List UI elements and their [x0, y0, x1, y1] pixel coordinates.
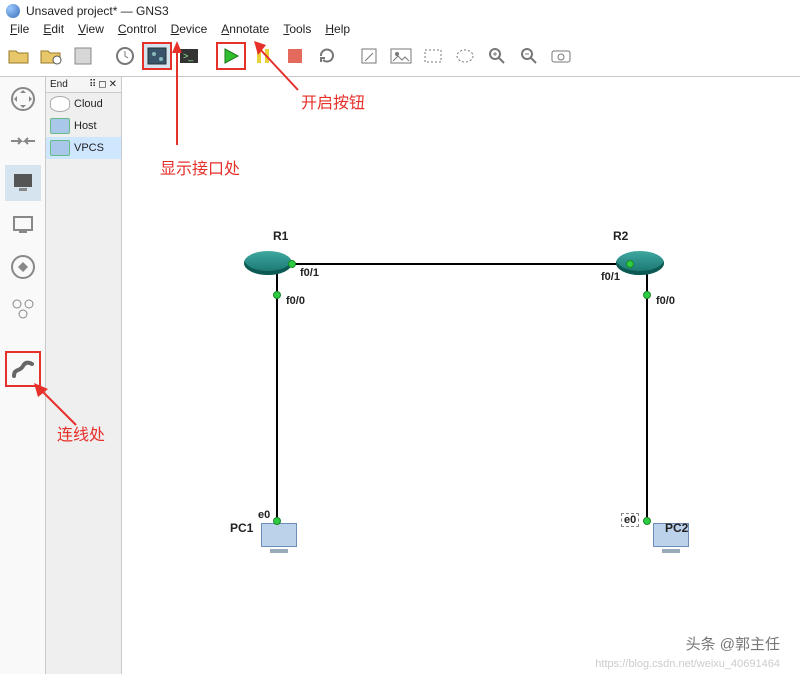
- link-r1-pc1[interactable]: [276, 265, 278, 521]
- router-r2[interactable]: [616, 251, 664, 275]
- rectangle-button[interactable]: [418, 42, 448, 70]
- nodes-panel-header: End ⠿ ◻ ✕: [46, 77, 121, 93]
- pc2-label: PC2: [665, 521, 688, 535]
- menu-help[interactable]: Help: [319, 20, 356, 38]
- arrow-to-link-tool: [28, 377, 88, 437]
- menu-view[interactable]: View: [72, 20, 110, 38]
- node-item-host[interactable]: Host: [46, 115, 121, 137]
- open-button[interactable]: [4, 42, 34, 70]
- menu-edit[interactable]: Edit: [37, 20, 70, 38]
- node-item-label: VPCS: [74, 142, 104, 154]
- end-devices-category-button[interactable]: [5, 165, 41, 201]
- device-dock: [0, 77, 46, 674]
- start-all-button[interactable]: [216, 42, 246, 70]
- title-bar: Unsaved project* — GNS3: [0, 0, 800, 20]
- menu-bar: File Edit View Control Device Annotate T…: [0, 20, 800, 40]
- cluster-button[interactable]: [5, 291, 41, 327]
- switches-category-button[interactable]: [5, 123, 41, 159]
- zoom-out-button[interactable]: [514, 42, 544, 70]
- annotation-show-interface: 显示接口处: [160, 155, 240, 179]
- r2-if-left-label: f0/1: [601, 271, 620, 283]
- toolbar: >_: [0, 40, 800, 77]
- pc1[interactable]: [258, 523, 300, 559]
- pc2-if-label: e0: [621, 513, 639, 527]
- interface-dot: [626, 260, 634, 268]
- arrow-to-start-button: [248, 35, 318, 105]
- menu-control[interactable]: Control: [112, 20, 163, 38]
- topology-canvas[interactable]: R1 R2 f0/1 f0/0 f0/1 f0/0 PC1 e0 PC2 e0 …: [122, 77, 800, 674]
- link-r2-pc2[interactable]: [646, 265, 648, 521]
- r2-if-down-label: f0/0: [656, 295, 675, 307]
- zoom-in-button[interactable]: [482, 42, 512, 70]
- arrow-to-show-interface: [162, 35, 202, 155]
- nodes-panel-title: End: [50, 79, 68, 90]
- close-panel-icon[interactable]: ✕: [109, 79, 117, 90]
- interface-dot: [273, 291, 281, 299]
- interface-dot: [288, 260, 296, 268]
- pc1-label: PC1: [230, 521, 253, 535]
- image-button[interactable]: [386, 42, 416, 70]
- all-devices-category-button[interactable]: [5, 249, 41, 285]
- undock-icon[interactable]: ⠿: [89, 79, 96, 90]
- interface-dot: [643, 517, 651, 525]
- snapshot-button[interactable]: [110, 42, 140, 70]
- host-icon: [50, 118, 70, 134]
- router-r1-label: R1: [273, 229, 288, 243]
- routers-category-button[interactable]: [5, 81, 41, 117]
- main-area: End ⠿ ◻ ✕ Cloud Host VPCS R1 R2: [0, 77, 800, 674]
- app-logo-icon: [6, 4, 20, 18]
- watermark-url: https://blog.csdn.net/weixu_40691464: [595, 658, 780, 670]
- node-item-cloud[interactable]: Cloud: [46, 93, 121, 115]
- note-button[interactable]: [354, 42, 384, 70]
- node-item-label: Cloud: [74, 98, 103, 110]
- router-r1[interactable]: [244, 251, 292, 275]
- save-button[interactable]: [68, 42, 98, 70]
- interface-dot: [643, 291, 651, 299]
- pc1-if-label: e0: [258, 509, 270, 521]
- screenshot-button[interactable]: [546, 42, 576, 70]
- security-devices-category-button[interactable]: [5, 207, 41, 243]
- watermark-text: 头条 @郭主任: [686, 633, 780, 654]
- menu-file[interactable]: File: [4, 20, 35, 38]
- node-item-vpcs[interactable]: VPCS: [46, 137, 121, 159]
- window-title: Unsaved project* — GNS3: [26, 4, 169, 18]
- router-r2-label: R2: [613, 229, 628, 243]
- interface-dot: [273, 517, 281, 525]
- node-item-label: Host: [74, 120, 97, 132]
- nodes-panel: End ⠿ ◻ ✕ Cloud Host VPCS: [46, 77, 122, 674]
- r1-if-right-label: f0/1: [300, 267, 319, 279]
- vpcs-icon: [50, 140, 70, 156]
- ellipse-button[interactable]: [450, 42, 480, 70]
- open-recent-button[interactable]: [36, 42, 66, 70]
- cloud-icon: [50, 96, 70, 112]
- float-icon[interactable]: ◻: [98, 79, 106, 90]
- r1-if-down-label: f0/0: [286, 295, 305, 307]
- link-r1-r2[interactable]: [277, 263, 647, 265]
